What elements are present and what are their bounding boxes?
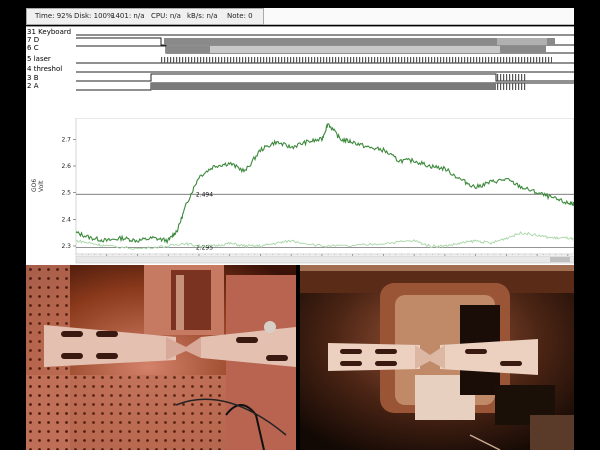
y-tick-label: 2.5 bbox=[61, 190, 71, 197]
trace-d bbox=[76, 37, 574, 46]
digital-channel-traces bbox=[76, 34, 574, 91]
scrollbar-thumb[interactable] bbox=[550, 257, 570, 262]
camera-view-right bbox=[300, 265, 574, 450]
trace-laser bbox=[76, 57, 574, 64]
status-cpu: CPU: n/a bbox=[151, 12, 181, 20]
y-ticks: 2.3 2.4 2.5 2.6 2.7 bbox=[61, 136, 76, 250]
camera-view-left bbox=[26, 265, 296, 450]
trace-b bbox=[76, 73, 574, 82]
y-tick-label: 2.4 bbox=[61, 216, 71, 223]
cursor-label: 2.494 bbox=[196, 191, 213, 198]
y-axis-label: GO6Volt bbox=[31, 179, 45, 192]
main-panel: 31 Keyboard 7 D 6 C 5 laser 4 threshol 3… bbox=[26, 26, 574, 265]
y-axis-label-line: GO6 bbox=[31, 179, 38, 192]
panel-divider bbox=[26, 26, 574, 27]
status-bar: Time: 92% Disk: 100% 1401: n/a CPU: n/a … bbox=[26, 8, 264, 25]
y-tick-label: 2.6 bbox=[61, 163, 71, 170]
y-axis-label-line: Volt bbox=[38, 180, 45, 192]
plot-area bbox=[75, 118, 574, 255]
camera-left-image bbox=[26, 265, 296, 450]
y-tick-label: 2.7 bbox=[61, 136, 71, 143]
analog-chart[interactable]: GO6Volt 2.32.42.52.62.7 1740174117421743… bbox=[26, 118, 574, 265]
status-disk: Disk: 100% bbox=[74, 12, 114, 20]
recording-app: Time: 92% Disk: 100% 1401: n/a CPU: n/a … bbox=[0, 0, 600, 450]
status-note: Note: 0 bbox=[227, 12, 253, 20]
right-margin bbox=[574, 0, 600, 265]
left-margin bbox=[0, 0, 26, 265]
status-kbs: kB/s: n/a bbox=[187, 12, 218, 20]
status-disk-value: 1401: n/a bbox=[111, 12, 145, 20]
y-tick-label: 2.3 bbox=[61, 243, 71, 250]
toolbar-area bbox=[264, 8, 574, 25]
camera-right-image bbox=[300, 265, 574, 450]
horizontal-scrollbar[interactable] bbox=[75, 255, 574, 264]
trace-a bbox=[76, 82, 574, 91]
status-time: Time: 92% bbox=[35, 12, 73, 20]
trace-c bbox=[76, 45, 574, 54]
